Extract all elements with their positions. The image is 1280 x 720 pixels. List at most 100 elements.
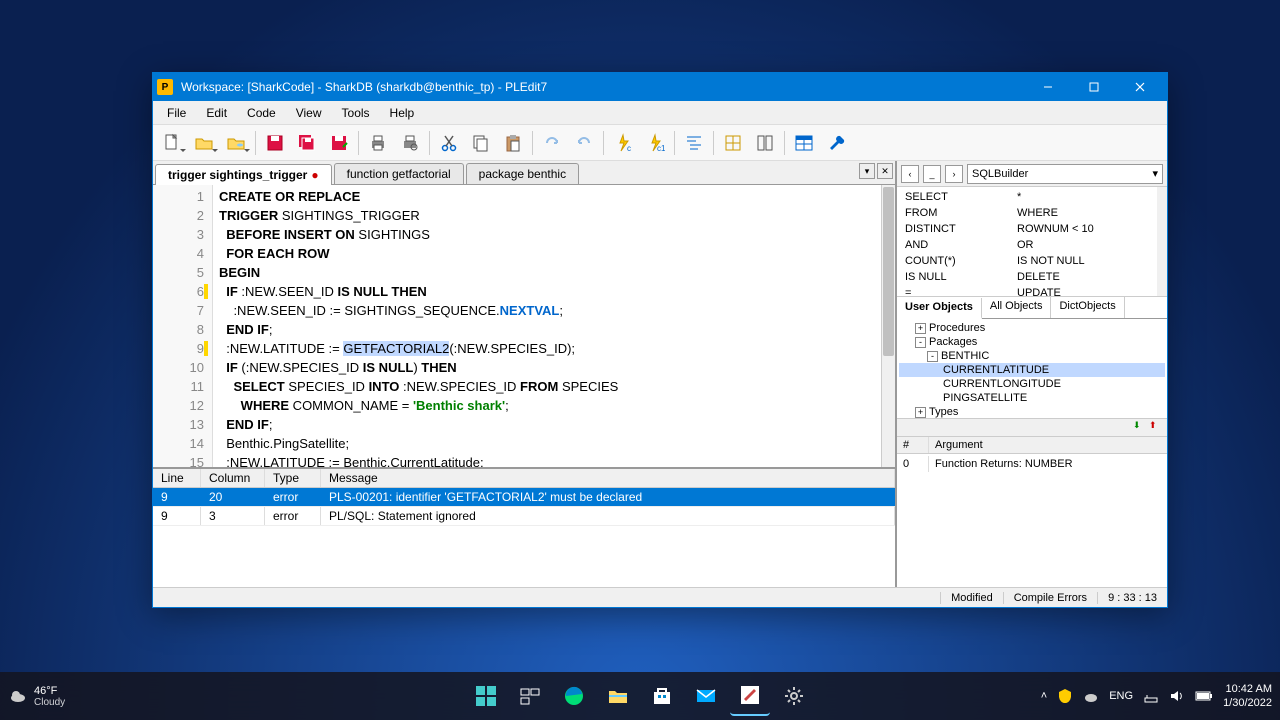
- tree-nav: ⬇ ⬆: [897, 419, 1167, 437]
- tree-node[interactable]: +Procedures: [899, 321, 1165, 335]
- menu-help[interactable]: Help: [380, 104, 425, 122]
- toolbar: c c1: [153, 125, 1167, 161]
- error-row[interactable]: 920errorPLS-00201: identifier 'GETFACTOR…: [153, 488, 895, 507]
- onedrive-icon[interactable]: [1083, 688, 1099, 704]
- paste-button[interactable]: [498, 128, 528, 158]
- format-button[interactable]: [679, 128, 709, 158]
- menu-edit[interactable]: Edit: [196, 104, 237, 122]
- code-editor[interactable]: 123456789101112131415 CREATE OR REPLACET…: [153, 185, 895, 467]
- settings-icon[interactable]: [774, 676, 814, 716]
- sql-keyword-grid: SELECT*FROMWHEREDISTINCTROWNUM < 10ANDOR…: [897, 187, 1167, 297]
- titlebar[interactable]: P Workspace: [SharkCode] - SharkDB (shar…: [153, 73, 1167, 101]
- print-preview-button[interactable]: [395, 128, 425, 158]
- tools-button[interactable]: [821, 128, 851, 158]
- battery-icon[interactable]: [1195, 690, 1213, 702]
- print-button[interactable]: [363, 128, 393, 158]
- sql-keyword[interactable]: DELETE: [1015, 271, 1127, 287]
- sql-keyword[interactable]: FROM: [903, 207, 1015, 223]
- tree-node[interactable]: PINGSATELLITE: [899, 391, 1165, 405]
- tree-down-button[interactable]: ⬇: [1133, 420, 1147, 434]
- sql-keyword[interactable]: IS NOT NULL: [1015, 255, 1127, 271]
- pledit-icon[interactable]: [730, 676, 770, 716]
- table-button[interactable]: [789, 128, 819, 158]
- tree-up-button[interactable]: ⬆: [1149, 420, 1163, 434]
- sql-keyword[interactable]: OR: [1015, 239, 1127, 255]
- tray-chevron-icon[interactable]: ˄: [1041, 690, 1047, 702]
- tree-node[interactable]: CURRENTLONGITUDE: [899, 377, 1165, 391]
- tree-node[interactable]: -Packages: [899, 335, 1165, 349]
- sql-keyword[interactable]: *: [1015, 191, 1127, 207]
- menu-file[interactable]: File: [157, 104, 196, 122]
- redo-button[interactable]: [537, 128, 567, 158]
- svg-text:c: c: [627, 144, 631, 153]
- open-file-button[interactable]: [189, 128, 219, 158]
- sql-keyword[interactable]: UPDATE: [1015, 287, 1127, 303]
- execute-button[interactable]: c: [608, 128, 638, 158]
- status-modified: Modified: [940, 592, 1003, 604]
- taskbar[interactable]: 46°FCloudy ˄ ENG 10:42 AM 1/30/2022: [0, 672, 1280, 720]
- execute-step-button[interactable]: c1: [640, 128, 670, 158]
- security-icon[interactable]: [1057, 688, 1073, 704]
- tab-close-button[interactable]: ✕: [877, 163, 893, 179]
- tree-node[interactable]: -BENTHIC: [899, 349, 1165, 363]
- sqlbuilder-dropdown[interactable]: SQLBuilder▾: [967, 164, 1163, 184]
- language-indicator[interactable]: ENG: [1109, 690, 1133, 702]
- editor-tabs: trigger sightings_trigger●function getfa…: [153, 161, 895, 185]
- weather-widget[interactable]: 46°FCloudy: [8, 685, 65, 708]
- error-panel: LineColumnTypeMessage 920errorPLS-00201:…: [153, 467, 895, 587]
- editor-scrollbar[interactable]: [881, 185, 895, 467]
- sql-keyword[interactable]: IS NULL: [903, 271, 1015, 287]
- error-row[interactable]: 93errorPL/SQL: Statement ignored: [153, 507, 895, 526]
- columns-button[interactable]: [750, 128, 780, 158]
- menubar: FileEditCodeViewToolsHelp: [153, 101, 1167, 125]
- cut-button[interactable]: [434, 128, 464, 158]
- menu-tools[interactable]: Tools: [332, 104, 380, 122]
- explorer-icon[interactable]: [598, 676, 638, 716]
- new-file-button[interactable]: [157, 128, 187, 158]
- save-button[interactable]: [260, 128, 290, 158]
- grid-button[interactable]: [718, 128, 748, 158]
- store-icon[interactable]: [642, 676, 682, 716]
- sql-up-button[interactable]: ‹: [901, 165, 919, 183]
- titlebar-text: Workspace: [SharkCode] - SharkDB (sharkd…: [181, 80, 1025, 94]
- clock[interactable]: 10:42 AM 1/30/2022: [1223, 682, 1272, 710]
- tab-function-getfactorial[interactable]: function getfactorial: [334, 163, 464, 184]
- tree-node[interactable]: +Types: [899, 405, 1165, 419]
- obj-tab-user-objects[interactable]: User Objects: [897, 298, 982, 319]
- cloud-icon: [8, 686, 28, 706]
- maximize-button[interactable]: [1071, 73, 1117, 101]
- sql-keyword[interactable]: SELECT: [903, 191, 1015, 207]
- sql-x-button[interactable]: ›: [945, 165, 963, 183]
- sql-down-button[interactable]: _: [923, 165, 941, 183]
- sql-grid-scrollbar[interactable]: [1157, 187, 1167, 296]
- open-db-button[interactable]: [221, 128, 251, 158]
- wifi-icon[interactable]: [1143, 688, 1159, 704]
- task-view-button[interactable]: [510, 676, 550, 716]
- undo-button[interactable]: [569, 128, 599, 158]
- tab-dropdown-button[interactable]: ▾: [859, 163, 875, 179]
- status-compile: Compile Errors: [1003, 592, 1097, 604]
- close-button[interactable]: [1117, 73, 1163, 101]
- save-db-button[interactable]: [324, 128, 354, 158]
- copy-button[interactable]: [466, 128, 496, 158]
- sql-keyword[interactable]: COUNT(*): [903, 255, 1015, 271]
- app-icon: P: [157, 79, 173, 95]
- edge-icon[interactable]: [554, 676, 594, 716]
- sql-keyword[interactable]: DISTINCT: [903, 223, 1015, 239]
- tree-node[interactable]: CURRENTLATITUDE: [899, 363, 1165, 377]
- minimize-button[interactable]: [1025, 73, 1071, 101]
- menu-view[interactable]: View: [286, 104, 332, 122]
- sql-keyword[interactable]: AND: [903, 239, 1015, 255]
- tab-package-benthic[interactable]: package benthic: [466, 163, 579, 184]
- volume-icon[interactable]: [1169, 688, 1185, 704]
- sql-keyword[interactable]: WHERE: [1015, 207, 1127, 223]
- mail-icon[interactable]: [686, 676, 726, 716]
- object-tree[interactable]: +Procedures-Packages-BENTHICCURRENTLATIT…: [897, 319, 1167, 419]
- status-position: 9 : 33 : 13: [1097, 592, 1167, 604]
- sql-keyword[interactable]: ROWNUM < 10: [1015, 223, 1127, 239]
- start-button[interactable]: [466, 676, 506, 716]
- menu-code[interactable]: Code: [237, 104, 286, 122]
- save-all-button[interactable]: [292, 128, 322, 158]
- svg-text:c1: c1: [657, 144, 665, 153]
- tab-trigger-sightings_trigger[interactable]: trigger sightings_trigger●: [155, 164, 332, 185]
